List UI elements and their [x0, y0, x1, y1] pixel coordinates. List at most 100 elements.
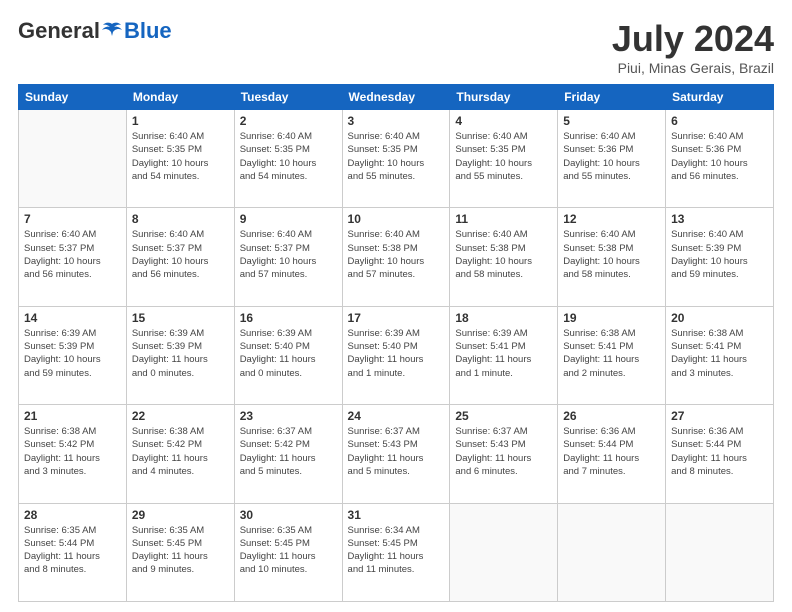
day-info: Sunrise: 6:40 AM Sunset: 5:38 PM Dayligh… — [563, 228, 660, 281]
day-info: Sunrise: 6:39 AM Sunset: 5:40 PM Dayligh… — [240, 327, 337, 380]
day-number: 7 — [24, 212, 121, 226]
day-info: Sunrise: 6:37 AM Sunset: 5:43 PM Dayligh… — [455, 425, 552, 478]
calendar-cell: 4Sunrise: 6:40 AM Sunset: 5:35 PM Daylig… — [450, 110, 558, 208]
calendar-cell: 11 Sunrise: 6:40 AM Sunset: 5:38 PM Dayli… — [450, 208, 558, 306]
day-of-week-header: Friday — [558, 85, 666, 110]
day-number: 31 — [348, 508, 445, 522]
calendar-cell: 29 Sunrise: 6:35 AM Sunset: 5:45 PM Dayli… — [126, 503, 234, 601]
day-info: Sunrise: 6:40 AM Sunset: 5:37 PM Dayligh… — [240, 228, 337, 281]
day-info: Sunrise: 6:40 AM Sunset: 5:35 PM Dayligh… — [132, 130, 229, 183]
day-number: 22 — [132, 409, 229, 423]
logo-blue-text: Blue — [124, 18, 172, 44]
day-info: Sunrise: 6:38 AM Sunset: 5:42 PM Dayligh… — [24, 425, 121, 478]
calendar-cell: 5 Sunrise: 6:40 AM Sunset: 5:36 PM Daylig… — [558, 110, 666, 208]
day-number: 4 — [455, 114, 552, 128]
day-of-week-header: Sunday — [19, 85, 127, 110]
calendar-cell: 3 Sunrise: 6:40 AM Sunset: 5:35 PM Daylig… — [342, 110, 450, 208]
calendar-cell — [450, 503, 558, 601]
day-number: 9 — [240, 212, 337, 226]
day-info: Sunrise: 6:39 AM Sunset: 5:40 PM Dayligh… — [348, 327, 445, 380]
calendar-cell: 21 Sunrise: 6:38 AM Sunset: 5:42 PM Dayli… — [19, 405, 127, 503]
day-info: Sunrise: 6:38 AM Sunset: 5:41 PM Dayligh… — [563, 327, 660, 380]
day-number: 20 — [671, 311, 768, 325]
calendar-cell — [19, 110, 127, 208]
logo-general-text: General — [18, 18, 100, 44]
title-section: July 2024 Piui, Minas Gerais, Brazil — [612, 18, 774, 76]
calendar-cell: 23 Sunrise: 6:37 AM Sunset: 5:42 PM Dayli… — [234, 405, 342, 503]
calendar-cell: 6Sunrise: 6:40 AM Sunset: 5:36 PM Daylig… — [666, 110, 774, 208]
day-info: Sunrise: 6:38 AM Sunset: 5:42 PM Dayligh… — [132, 425, 229, 478]
day-info: Sunrise: 6:39 AM Sunset: 5:41 PM Dayligh… — [455, 327, 552, 380]
header: General Blue July 2024 Piui, Minas Gerai… — [18, 18, 774, 76]
day-info: Sunrise: 6:36 AM Sunset: 5:44 PM Dayligh… — [563, 425, 660, 478]
day-number: 21 — [24, 409, 121, 423]
calendar-cell: 10Sunrise: 6:40 AM Sunset: 5:38 PM Dayli… — [342, 208, 450, 306]
day-info: Sunrise: 6:34 AM Sunset: 5:45 PM Dayligh… — [348, 524, 445, 577]
calendar-cell: 30Sunrise: 6:35 AM Sunset: 5:45 PM Dayli… — [234, 503, 342, 601]
day-number: 30 — [240, 508, 337, 522]
calendar-cell: 22 Sunrise: 6:38 AM Sunset: 5:42 PM Dayli… — [126, 405, 234, 503]
calendar-cell: 25 Sunrise: 6:37 AM Sunset: 5:43 PM Dayli… — [450, 405, 558, 503]
day-info: Sunrise: 6:35 AM Sunset: 5:44 PM Dayligh… — [24, 524, 121, 577]
day-of-week-header: Monday — [126, 85, 234, 110]
day-number: 25 — [455, 409, 552, 423]
day-number: 1 — [132, 114, 229, 128]
day-number: 26 — [563, 409, 660, 423]
day-info: Sunrise: 6:38 AM Sunset: 5:41 PM Dayligh… — [671, 327, 768, 380]
day-number: 16 — [240, 311, 337, 325]
day-info: Sunrise: 6:40 AM Sunset: 5:36 PM Dayligh… — [563, 130, 660, 183]
day-info: Sunrise: 6:37 AM Sunset: 5:43 PM Dayligh… — [348, 425, 445, 478]
day-number: 28 — [24, 508, 121, 522]
day-number: 19 — [563, 311, 660, 325]
day-info: Sunrise: 6:36 AM Sunset: 5:44 PM Dayligh… — [671, 425, 768, 478]
calendar-cell: 2 Sunrise: 6:40 AM Sunset: 5:35 PM Daylig… — [234, 110, 342, 208]
calendar-cell: 8 Sunrise: 6:40 AM Sunset: 5:37 PM Daylig… — [126, 208, 234, 306]
subtitle: Piui, Minas Gerais, Brazil — [612, 60, 774, 76]
day-info: Sunrise: 6:40 AM Sunset: 5:38 PM Dayligh… — [348, 228, 445, 281]
day-of-week-header: Thursday — [450, 85, 558, 110]
calendar-cell: 20 Sunrise: 6:38 AM Sunset: 5:41 PM Dayli… — [666, 306, 774, 404]
day-info: Sunrise: 6:40 AM Sunset: 5:37 PM Dayligh… — [132, 228, 229, 281]
day-info: Sunrise: 6:39 AM Sunset: 5:39 PM Dayligh… — [132, 327, 229, 380]
day-number: 24 — [348, 409, 445, 423]
day-number: 5 — [563, 114, 660, 128]
day-number: 2 — [240, 114, 337, 128]
day-of-week-header: Wednesday — [342, 85, 450, 110]
calendar-cell: 17Sunrise: 6:39 AM Sunset: 5:40 PM Dayli… — [342, 306, 450, 404]
day-number: 11 — [455, 212, 552, 226]
day-info: Sunrise: 6:40 AM Sunset: 5:35 PM Dayligh… — [240, 130, 337, 183]
day-info: Sunrise: 6:40 AM Sunset: 5:39 PM Dayligh… — [671, 228, 768, 281]
day-number: 3 — [348, 114, 445, 128]
calendar-cell: 26 Sunrise: 6:36 AM Sunset: 5:44 PM Dayli… — [558, 405, 666, 503]
logo: General Blue — [18, 18, 172, 44]
day-number: 15 — [132, 311, 229, 325]
calendar-cell: 16 Sunrise: 6:39 AM Sunset: 5:40 PM Dayli… — [234, 306, 342, 404]
calendar-cell: 18Sunrise: 6:39 AM Sunset: 5:41 PM Dayli… — [450, 306, 558, 404]
logo-bird-icon — [101, 22, 123, 40]
day-number: 27 — [671, 409, 768, 423]
day-number: 14 — [24, 311, 121, 325]
day-info: Sunrise: 6:35 AM Sunset: 5:45 PM Dayligh… — [132, 524, 229, 577]
day-info: Sunrise: 6:40 AM Sunset: 5:35 PM Dayligh… — [348, 130, 445, 183]
calendar-cell: 31 Sunrise: 6:34 AM Sunset: 5:45 PM Dayli… — [342, 503, 450, 601]
day-number: 8 — [132, 212, 229, 226]
day-info: Sunrise: 6:40 AM Sunset: 5:38 PM Dayligh… — [455, 228, 552, 281]
day-number: 13 — [671, 212, 768, 226]
main-title: July 2024 — [612, 18, 774, 60]
calendar-cell: 9 Sunrise: 6:40 AM Sunset: 5:37 PM Daylig… — [234, 208, 342, 306]
calendar-header-row: SundayMondayTuesdayWednesdayThursdayFrid… — [19, 85, 774, 110]
calendar-cell: 28 Sunrise: 6:35 AM Sunset: 5:44 PM Dayli… — [19, 503, 127, 601]
calendar-cell: 13 Sunrise: 6:40 AM Sunset: 5:39 PM Dayli… — [666, 208, 774, 306]
day-info: Sunrise: 6:37 AM Sunset: 5:42 PM Dayligh… — [240, 425, 337, 478]
day-info: Sunrise: 6:40 AM Sunset: 5:37 PM Dayligh… — [24, 228, 121, 281]
day-info: Sunrise: 6:40 AM Sunset: 5:36 PM Dayligh… — [671, 130, 768, 183]
calendar-cell: 19 Sunrise: 6:38 AM Sunset: 5:41 PM Dayli… — [558, 306, 666, 404]
day-of-week-header: Tuesday — [234, 85, 342, 110]
calendar-cell: 12 Sunrise: 6:40 AM Sunset: 5:38 PM Dayli… — [558, 208, 666, 306]
day-number: 12 — [563, 212, 660, 226]
day-number: 23 — [240, 409, 337, 423]
calendar-cell: 14Sunrise: 6:39 AM Sunset: 5:39 PM Dayli… — [19, 306, 127, 404]
day-number: 29 — [132, 508, 229, 522]
calendar-cell: 1 Sunrise: 6:40 AM Sunset: 5:35 PM Daylig… — [126, 110, 234, 208]
calendar-cell: 15 Sunrise: 6:39 AM Sunset: 5:39 PM Dayli… — [126, 306, 234, 404]
